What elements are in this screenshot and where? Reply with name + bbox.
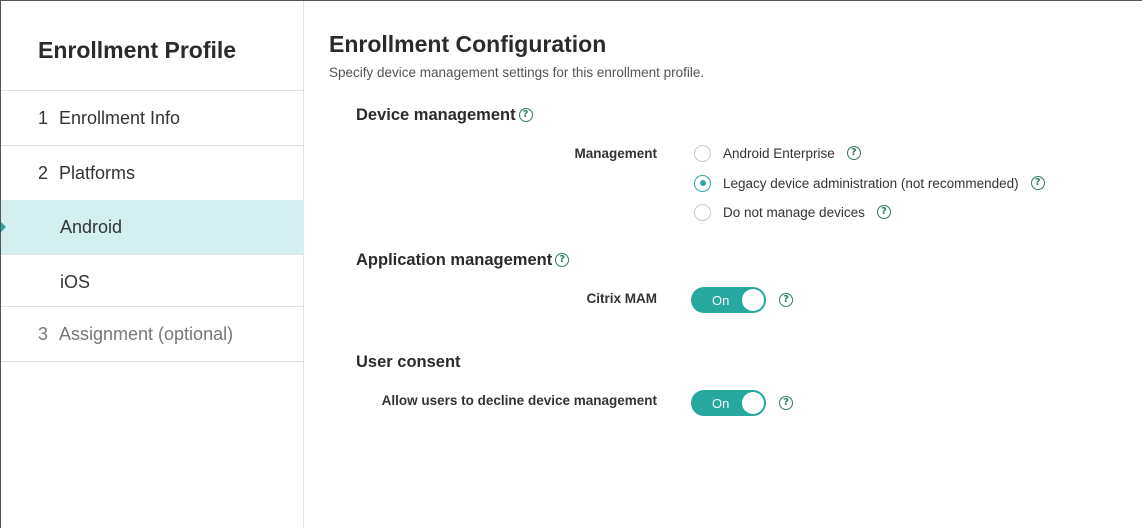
sidebar-item-label: Assignment (optional) [59,324,234,344]
sidebar-title: Enrollment Profile [38,37,237,63]
help-icon[interactable]: ? [846,146,861,160]
help-icon[interactable]: ? [1030,176,1045,190]
active-indicator-icon [1,222,6,232]
management-label: Management [574,146,657,161]
sidebar: Enrollment Profile 1 Enrollment Info 2 P… [1,1,304,528]
help-icon[interactable]: ? [779,293,793,307]
sidebar-item-android[interactable]: Android [1,200,304,254]
radio-label: Legacy device administration (not recomm… [723,175,1019,191]
device-management-heading: Device management? [356,106,533,125]
section-title-text: User consent [356,353,461,371]
application-management-heading: Application management? [356,251,570,270]
radio-button-selected[interactable] [694,174,711,192]
divider [1,361,304,362]
allow-decline-label: Allow users to decline device management [381,393,657,408]
radio-do-not-manage[interactable]: Do not manage devices ? [694,202,891,222]
sidebar-item-label: iOS [60,272,91,292]
step-number: 1 [38,108,49,128]
sidebar-item-label: Enrollment Info [59,108,181,128]
sidebar-item-label: Platforms [59,163,136,183]
section-title-text: Application management [356,251,553,269]
sidebar-item-assignment[interactable]: 3 Assignment (optional) [1,307,304,361]
radio-label: Do not manage devices [723,204,865,220]
radio-legacy-device-admin[interactable]: Legacy device administration (not recomm… [694,173,1045,193]
page-subtitle: Specify device management settings for t… [329,65,705,80]
sidebar-item-enrollment-info[interactable]: 1 Enrollment Info [1,91,304,145]
radio-label: Android Enterprise [723,145,835,161]
section-title-text: Device management [356,106,516,124]
toggle-knob [742,289,764,311]
help-icon[interactable]: ? [555,252,570,267]
radio-button[interactable] [694,144,711,162]
page-title: Enrollment Configuration [329,31,607,57]
radio-button[interactable] [694,203,711,221]
help-icon[interactable]: ? [518,107,533,122]
toggle-knob [742,392,764,414]
citrix-mam-label: Citrix MAM [586,291,658,306]
toggle-state-text: On [712,396,730,411]
main-content: Enrollment Configuration Specify device … [305,1,1141,528]
sidebar-item-platforms[interactable]: 2 Platforms [1,146,304,200]
allow-decline-toggle[interactable]: On [691,390,766,416]
help-icon[interactable]: ? [779,396,793,410]
step-number: 2 [38,163,49,183]
radio-android-enterprise[interactable]: Android Enterprise ? [694,143,861,163]
step-number: 3 [38,324,49,344]
user-consent-heading: User consent [356,353,461,372]
toggle-state-text: On [712,293,730,308]
help-icon[interactable]: ? [876,205,891,219]
sidebar-item-ios[interactable]: iOS [1,255,304,309]
citrix-mam-toggle[interactable]: On [691,287,766,313]
sidebar-item-label: Android [60,217,123,237]
